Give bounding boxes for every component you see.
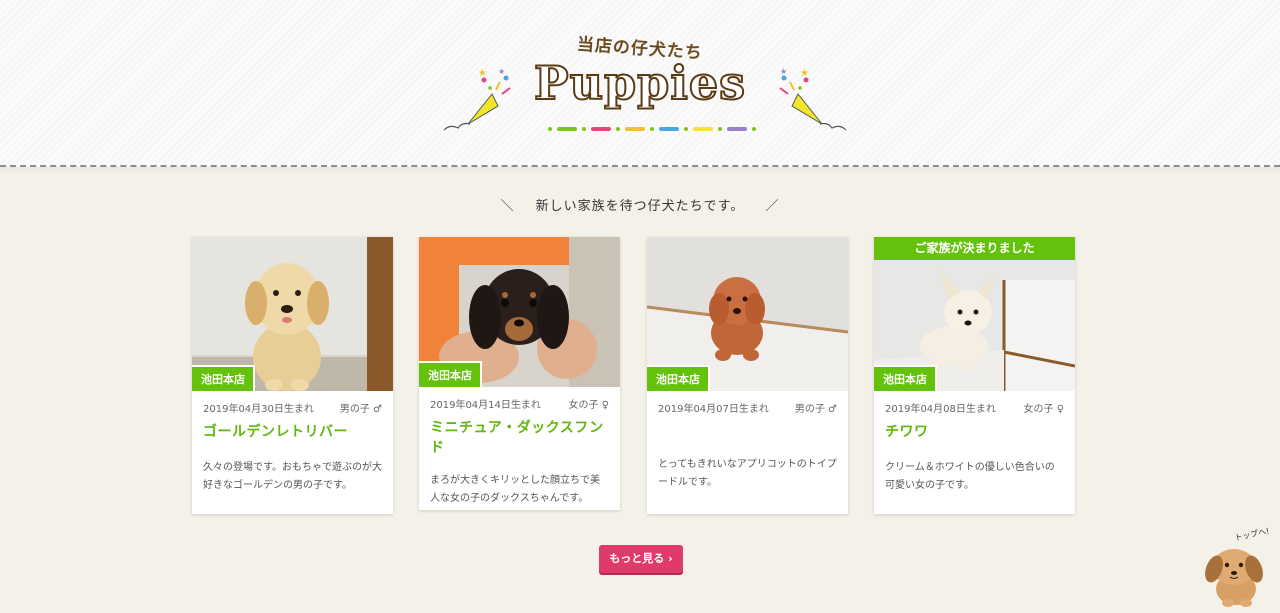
svg-text:★: ★ — [780, 67, 787, 76]
puppy-description: 久々の登場です。おもちゃで遊ぶのが大好きなゴールデンの男の子です。 — [203, 462, 382, 491]
puppy-meta: 2019年04月14日生まれ 女の子 ♀ — [419, 387, 620, 411]
birth-date: 2019年04月08日生まれ — [885, 404, 996, 415]
puppy-card[interactable]: 池田本店 2019年04月30日生まれ 男の子 ♂ ゴールデンレトリバー 久々の… — [192, 237, 393, 514]
divider-dot — [616, 127, 620, 131]
puppy-photo[interactable]: 池田本店 — [647, 237, 848, 391]
divider-dot — [582, 127, 586, 131]
svg-text:★: ★ — [478, 68, 487, 79]
svg-text:★: ★ — [800, 68, 809, 79]
section-title: Puppies — [533, 55, 746, 111]
shop-badge: 池田本店 — [874, 365, 937, 391]
breed-name[interactable]: ミニチュア・ダックスフンド — [419, 411, 620, 457]
divider-dot — [650, 127, 654, 131]
sex-label: 女の子 ♀ — [1023, 404, 1064, 415]
divider-bar — [625, 127, 645, 131]
puppy-card[interactable]: 池田本店 2019年04月07日生まれ 男の子 ♂ とってもきれいなアプリコット… — [647, 237, 848, 514]
shop-badge: 池田本店 — [419, 361, 482, 387]
puppy-description: まろが大きくキリッとした顔立ちで美人な女の子のダックスちゃんです。 — [430, 475, 600, 504]
divider-bar — [591, 127, 611, 131]
to-top-label: トップへ! — [1234, 526, 1270, 542]
adopted-ribbon: ご家族が決まりました — [874, 237, 1075, 260]
back-to-top-button[interactable]: トップへ! — [1204, 523, 1274, 609]
breed-name[interactable]: ゴールデンレトリバー — [192, 415, 393, 441]
divider-bar — [659, 127, 679, 131]
color-dots-divider — [548, 127, 756, 131]
tagline-text: 新しい家族を待つ仔犬たちです。 — [535, 199, 745, 214]
puppy-meta: 2019年04月08日生まれ 女の子 ♀ — [874, 391, 1075, 415]
shop-badge: 池田本店 — [647, 365, 710, 391]
puppy-description: クリーム＆ホワイトの優しい色合いの可愛い女の子です。 — [885, 462, 1055, 491]
breed-name[interactable]: チワワ — [874, 415, 1075, 441]
birth-date: 2019年04月14日生まれ — [430, 400, 541, 411]
birth-date: 2019年04月07日生まれ — [658, 404, 769, 415]
birth-date: 2019年04月30日生まれ — [203, 404, 314, 415]
divider-bar — [727, 127, 747, 131]
puppy-mascot-icon: トップへ! — [1205, 526, 1270, 607]
section-tagline: ＼ 新しい家族を待つ仔犬たちです。 ／ — [0, 195, 1280, 214]
tagline-left-slash: ＼ — [500, 199, 515, 214]
puppy-photo[interactable]: 池田本店 — [874, 260, 1075, 391]
more-button[interactable]: もっと見る › — [599, 545, 683, 573]
svg-text:★: ★ — [498, 67, 505, 76]
tagline-right-slash: ／ — [765, 199, 780, 214]
divider-dot — [684, 127, 688, 131]
puppy-photo[interactable]: 池田本店 — [419, 237, 620, 387]
puppy-description: とってもきれいなアプリコットのトイプードルです。 — [658, 459, 837, 488]
shop-badge: 池田本店 — [192, 365, 255, 391]
divider-dot — [752, 127, 756, 131]
party-popper-left-icon: ★ ★ — [443, 67, 511, 131]
page-header: 当店の仔犬たち Puppies ★ ★ ★ ★ — [0, 0, 1280, 173]
puppy-meta: 2019年04月30日生まれ 男の子 ♂ — [192, 391, 393, 415]
divider-dot — [718, 127, 722, 131]
puppy-card[interactable]: ご家族が決まりました 池田本店 2019年04月08日生まれ 女の子 ♀ チワワ… — [874, 237, 1075, 514]
divider-dot — [548, 127, 552, 131]
sex-label: 男の子 ♂ — [794, 404, 837, 415]
breed-name[interactable] — [647, 415, 848, 438]
puppy-meta: 2019年04月07日生まれ 男の子 ♂ — [647, 391, 848, 415]
puppy-card[interactable]: 池田本店 2019年04月14日生まれ 女の子 ♀ ミニチュア・ダックスフンド … — [419, 237, 620, 510]
sex-label: 女の子 ♀ — [568, 400, 609, 411]
sex-label: 男の子 ♂ — [339, 404, 382, 415]
party-popper-right-icon: ★ ★ — [779, 67, 847, 131]
divider-bar — [557, 127, 577, 131]
divider-bar — [693, 127, 713, 131]
puppy-photo[interactable]: 池田本店 — [192, 237, 393, 391]
